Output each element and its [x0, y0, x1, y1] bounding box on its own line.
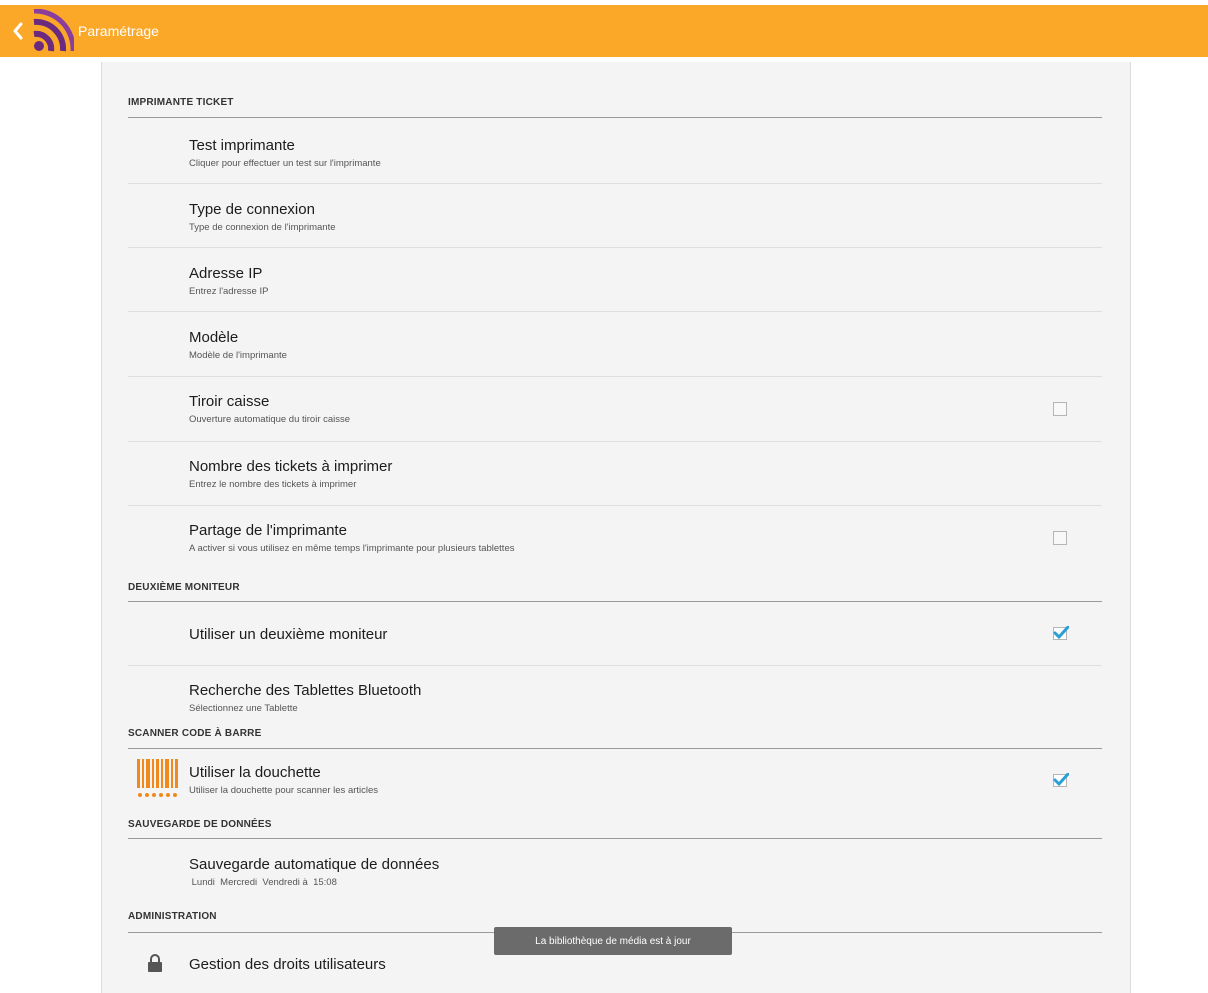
scanner-checkbox[interactable]: [1053, 772, 1070, 787]
section-header-scanner: SCANNER CODE À BARRE: [128, 728, 262, 739]
setting-subtitle: Utiliser la douchette pour scanner les a…: [189, 785, 379, 796]
setting-title: Adresse IP: [189, 265, 263, 282]
row-divider: [128, 505, 1102, 506]
setting-subtitle: A activer si vous utilisez en même temps…: [189, 543, 515, 554]
row-divider: [128, 376, 1102, 377]
setting-title: Gestion des droits utilisateurs: [189, 956, 386, 973]
section-header-backup: SAUVEGARDE DE DONNÉES: [128, 819, 272, 830]
setting-title: Modèle: [189, 329, 239, 346]
setting-title: Sauvegarde automatique de données: [189, 856, 440, 873]
setting-use-second-monitor[interactable]: Utiliser un deuxième moniteur: [189, 626, 387, 643]
setting-subtitle: Type de connexion de l'imprimante: [189, 222, 336, 233]
setting-test-printer[interactable]: Test imprimante Cliquer pour effectuer u…: [189, 137, 381, 169]
section-header-admin: ADMINISTRATION: [128, 911, 217, 922]
row-divider: [128, 441, 1102, 442]
setting-subtitle: Cliquer pour effectuer un test sur l'imp…: [189, 158, 381, 169]
setting-title: Tiroir caisse: [189, 393, 270, 410]
section-header-printer: IMPRIMANTE TICKET: [128, 97, 234, 108]
barcode-icon: [137, 759, 178, 797]
setting-title: Utiliser la douchette: [189, 764, 321, 781]
setting-subtitle: Entrez le nombre des tickets à imprimer: [189, 479, 357, 490]
row-divider: [128, 247, 1102, 248]
app-logo-icon: [33, 9, 74, 52]
setting-ticket-count[interactable]: Nombre des tickets à imprimer Entrez le …: [189, 458, 392, 490]
second-monitor-checkbox[interactable]: [1053, 625, 1070, 640]
printer-sharing-checkbox[interactable]: [1053, 531, 1067, 545]
setting-subtitle: Lundi Mercredi Vendredi à 15:08: [189, 877, 337, 888]
setting-user-rights[interactable]: Gestion des droits utilisateurs: [189, 956, 386, 973]
app-bar: Paramétrage: [0, 5, 1208, 57]
page-title: Paramétrage: [78, 23, 159, 39]
section-divider: [128, 117, 1102, 118]
section-divider: [128, 601, 1102, 602]
lock-icon: [148, 954, 162, 972]
toast-message: La bibliothèque de média est à jour: [494, 927, 732, 955]
row-divider: [128, 665, 1102, 666]
setting-bluetooth-search[interactable]: Recherche des Tablettes Bluetooth Sélect…: [189, 682, 421, 714]
row-divider: [128, 311, 1102, 312]
setting-ip-address[interactable]: Adresse IP Entrez l'adresse IP: [189, 265, 268, 297]
setting-subtitle: Ouverture automatique du tiroir caisse: [189, 414, 351, 425]
setting-auto-backup[interactable]: Sauvegarde automatique de données Lundi …: [189, 856, 439, 888]
setting-title: Nombre des tickets à imprimer: [189, 458, 393, 475]
section-divider: [128, 838, 1102, 839]
setting-cash-drawer[interactable]: Tiroir caisse Ouverture automatique du t…: [189, 393, 350, 425]
chevron-left-icon: [13, 22, 23, 40]
setting-title: Recherche des Tablettes Bluetooth: [189, 682, 422, 699]
row-divider: [128, 183, 1102, 184]
setting-printer-sharing[interactable]: Partage de l'imprimante A activer si vou…: [189, 522, 514, 554]
checkmark-icon: [1053, 625, 1070, 640]
setting-title: Type de connexion: [189, 201, 315, 218]
setting-model[interactable]: Modèle Modèle de l'imprimante: [189, 329, 287, 361]
setting-title: Partage de l'imprimante: [189, 522, 347, 539]
cash-drawer-checkbox[interactable]: [1053, 402, 1067, 416]
setting-use-scanner[interactable]: Utiliser la douchette Utiliser la douche…: [189, 764, 378, 796]
setting-connection-type[interactable]: Type de connexion Type de connexion de l…: [189, 201, 336, 233]
setting-subtitle: Sélectionnez une Tablette: [189, 703, 298, 714]
setting-subtitle: Modèle de l'imprimante: [189, 350, 287, 361]
setting-title: Test imprimante: [189, 137, 295, 154]
setting-title: Utiliser un deuxième moniteur: [189, 626, 388, 643]
setting-subtitle: Entrez l'adresse IP: [189, 286, 269, 297]
back-button[interactable]: [10, 5, 26, 57]
section-header-second-monitor: DEUXIÈME MONITEUR: [128, 582, 240, 593]
section-divider: [128, 748, 1102, 749]
checkmark-icon: [1053, 772, 1070, 787]
